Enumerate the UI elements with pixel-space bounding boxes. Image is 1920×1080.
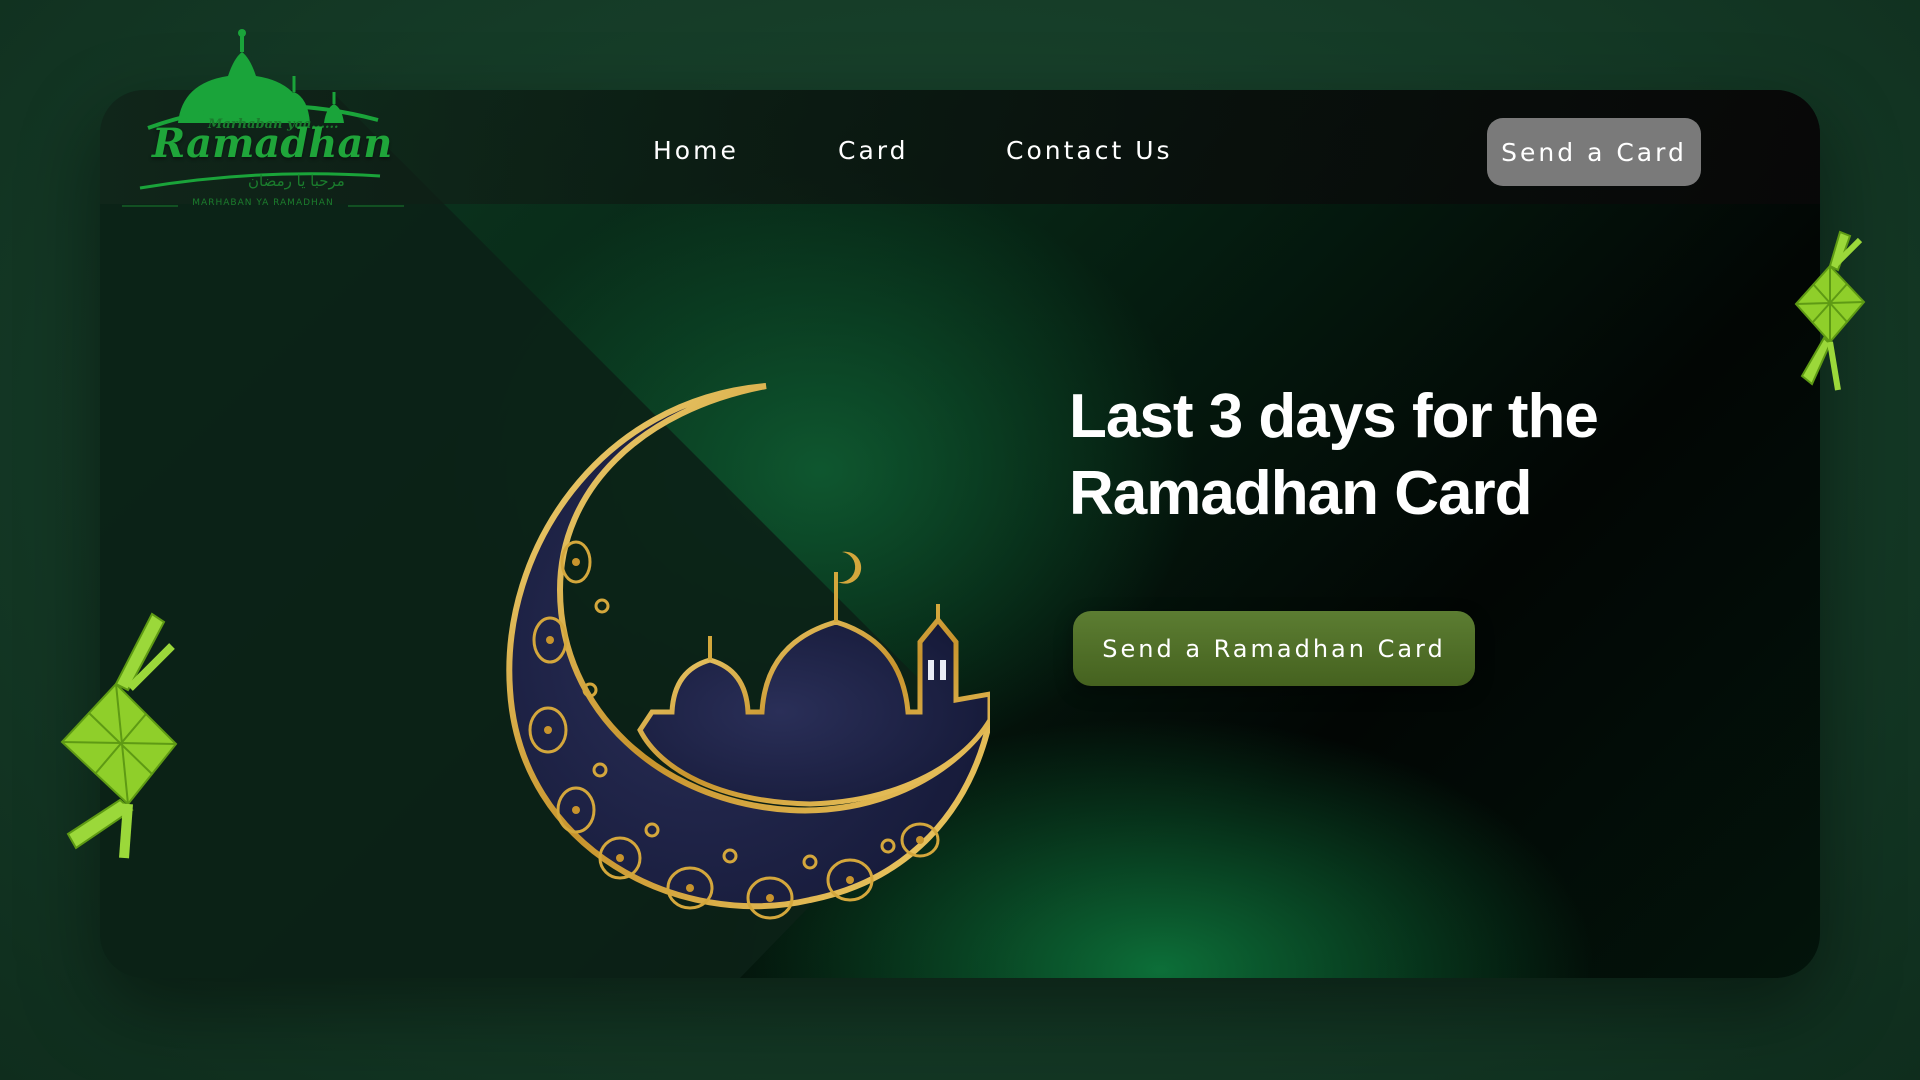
page-root: Home Card Contact Us Send a Card Last 3 … <box>0 0 1920 1080</box>
logo-arabic-text: مرحبا يا رمضان <box>248 172 345 190</box>
nav-item-contact-us[interactable]: Contact Us <box>1006 136 1173 165</box>
logo-subtitle: MARHABAN YA RAMADHAN <box>192 198 334 208</box>
nav-item-card[interactable]: Card <box>838 136 908 165</box>
ketupat-icon <box>60 612 178 859</box>
hero-headline-line-1: Last 3 days for the <box>1069 382 1599 451</box>
hero-headline: Last 3 days for the Ramadhan Card <box>1069 378 1709 532</box>
send-ramadhan-card-button[interactable]: Send a Ramadhan Card <box>1073 611 1475 686</box>
ketupat-icon <box>1794 230 1866 391</box>
nav-item-home[interactable]: Home <box>653 136 739 165</box>
hero-headline-line-2: Ramadhan Card <box>1069 459 1532 528</box>
logo-title: Ramadhan <box>152 120 393 167</box>
send-a-card-button[interactable]: Send a Card <box>1487 118 1701 186</box>
marhaban-ramadhan-logo[interactable]: Marhaban yaa...... Ramadhan مرحبا يا رمض… <box>118 28 408 218</box>
crescent-moon-mosque-icon <box>506 383 990 920</box>
hero-card: Home Card Contact Us Send a Card Last 3 … <box>100 90 1820 978</box>
